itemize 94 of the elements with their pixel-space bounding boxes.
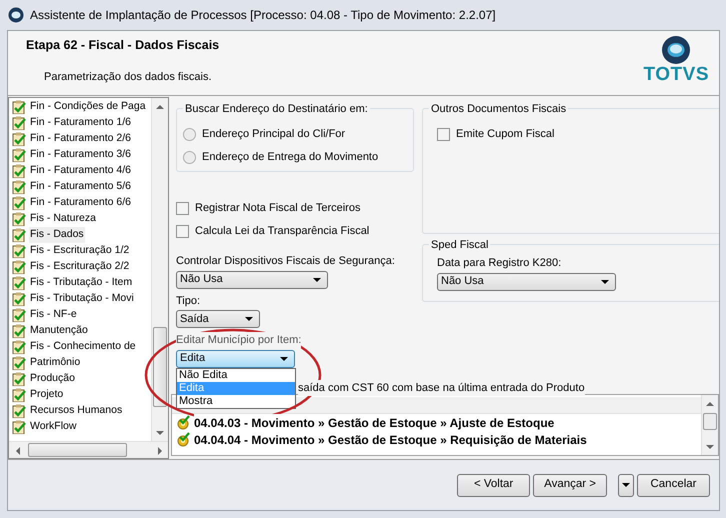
step-item[interactable]: Fin - Faturamento 6/6: [29, 195, 132, 211]
dropdown-option[interactable]: Não Edita: [177, 368, 295, 382]
scroll-left-icon: [16, 446, 20, 454]
step-item[interactable]: Fis - Escrituração 1/2: [29, 243, 130, 259]
scroll-down-icon: [706, 444, 714, 448]
field-label: Data para Registro K280:: [437, 256, 562, 271]
checklist-icon: [12, 356, 26, 370]
checklist-icon: [12, 164, 26, 178]
dropdown[interactable]: Não Usa: [176, 270, 328, 288]
step-item[interactable]: Manutenção: [29, 323, 89, 339]
checkbox-label: Emite Cupom Fiscal: [456, 127, 554, 142]
dropdown[interactable]: Não Usa: [437, 272, 616, 290]
checklist-icon: [12, 276, 26, 290]
step-item[interactable]: Fis - Dados: [29, 227, 85, 243]
checklist-icon: [12, 308, 26, 322]
caret-icon: [280, 356, 288, 360]
menu-button[interactable]: [618, 474, 634, 496]
dropdown[interactable]: Saída: [176, 310, 260, 328]
checklist-icon: [12, 260, 26, 274]
step-item[interactable]: Fin - Faturamento 4/6: [29, 163, 132, 179]
step-item[interactable]: Fis - Escrituração 2/2: [29, 259, 130, 275]
field-label: Editar Município por Item:: [176, 332, 302, 348]
checklist-icon: [12, 420, 26, 434]
totvs-logo-icon: [661, 35, 692, 65]
process-row[interactable]: 04.04.03 - Movimento » Gestão de Estoque » Ajuste de Estoque: [194, 414, 554, 432]
step-item[interactable]: Fis - Tributação - Movi: [29, 291, 135, 307]
checkbox[interactable]: [176, 225, 189, 238]
scroll-up-icon: [706, 402, 714, 406]
step-item[interactable]: Fis - NF-e: [29, 307, 78, 323]
radio-label: Endereço de Entrega do Movimento: [202, 150, 378, 166]
checklist-icon: [12, 340, 26, 354]
step-subtitle: Parametrização dos dados fiscais.: [44, 70, 213, 85]
wizard-button[interactable]: Avançar >: [533, 474, 607, 496]
scroll-thumb[interactable]: [703, 413, 717, 430]
checklist-icon: [12, 244, 26, 258]
scroll-right-icon: [158, 446, 162, 454]
option-label: saída com CST 60 com base na última entrada do Produto: [298, 380, 585, 396]
window-title: Assistente de Implantação de Processos [Processo: 04.08 - Tipo de Movimento: 2.2.07]: [30, 7, 496, 24]
step-item[interactable]: Recursos Humanos: [29, 403, 124, 419]
dropdown[interactable]: Edita: [176, 350, 295, 368]
checklist-icon: [12, 228, 26, 242]
step-title: Etapa 62 - Fiscal - Dados Fiscais: [26, 37, 220, 54]
step-item[interactable]: Produção: [29, 371, 76, 387]
step-item[interactable]: Fin - Faturamento 1/6: [29, 115, 132, 131]
step-item[interactable]: Fis - Tributação - Item: [29, 275, 134, 291]
checkbox[interactable]: [437, 128, 450, 141]
checklist-icon: [12, 196, 26, 210]
caret-icon: [245, 317, 253, 321]
checkbox-label: Calcula Lei da Transparência Fiscal: [195, 224, 370, 240]
checkbox[interactable]: [176, 202, 189, 215]
checkbox-label: Registrar Nota Fiscal de Terceiros: [195, 201, 360, 216]
logo-icon: [8, 7, 24, 23]
scroll-thumb[interactable]: [28, 443, 127, 457]
field-label: Controlar Dispositivos Fiscais de Segurança:: [176, 253, 395, 270]
checklist-icon: [12, 292, 26, 306]
step-item[interactable]: Fis - Natureza: [29, 211, 97, 227]
radio-button[interactable]: [183, 128, 196, 141]
step-item[interactable]: WorkFlow: [29, 419, 78, 435]
logo-text: TOTVS: [644, 65, 709, 84]
wizard-button[interactable]: < Voltar: [457, 474, 530, 496]
step-item[interactable]: Projeto: [29, 387, 64, 403]
checklist-icon: [12, 100, 26, 114]
scroll-up-icon: [156, 104, 164, 108]
scroll-down-icon: [156, 430, 164, 434]
checklist-icon: [12, 372, 26, 386]
radio-button[interactable]: [183, 151, 196, 164]
step-item[interactable]: Fin - Condições de Paga: [29, 99, 147, 115]
radio-label: Endereço Principal do Cli/For: [202, 127, 346, 142]
gear-check-icon: [176, 432, 191, 447]
checklist-icon: [12, 180, 26, 194]
checklist-icon: [12, 116, 26, 130]
scrollbar[interactable]: [9, 441, 168, 458]
caret-icon: [622, 483, 630, 487]
checklist-icon: [12, 148, 26, 162]
caret-icon: [313, 278, 321, 282]
scrollbar[interactable]: [701, 395, 718, 455]
step-item[interactable]: Fin - Faturamento 5/6: [29, 179, 132, 195]
wizard-button[interactable]: Cancelar: [637, 474, 710, 496]
scrollbar[interactable]: [151, 98, 168, 441]
step-item[interactable]: Patrimônio: [29, 355, 82, 371]
step-item[interactable]: Fin - Faturamento 3/6: [29, 147, 132, 163]
checklist-icon: [12, 324, 26, 338]
checklist-icon: [12, 388, 26, 402]
step-item[interactable]: Fis - Conhecimento de: [29, 339, 137, 355]
caret-icon: [601, 280, 609, 284]
scroll-thumb[interactable]: [153, 327, 167, 407]
checklist-icon: [12, 404, 26, 418]
group-title: Buscar Endereço do Destinatário em:: [183, 101, 370, 118]
checklist-icon: [12, 132, 26, 146]
dropdown-option[interactable]: Mostra: [177, 394, 295, 408]
gear-check-icon: [176, 415, 191, 430]
checklist-icon: [12, 212, 26, 226]
step-item[interactable]: Fin - Faturamento 2/6: [29, 131, 132, 147]
group-title: Sped Fiscal: [429, 237, 490, 254]
